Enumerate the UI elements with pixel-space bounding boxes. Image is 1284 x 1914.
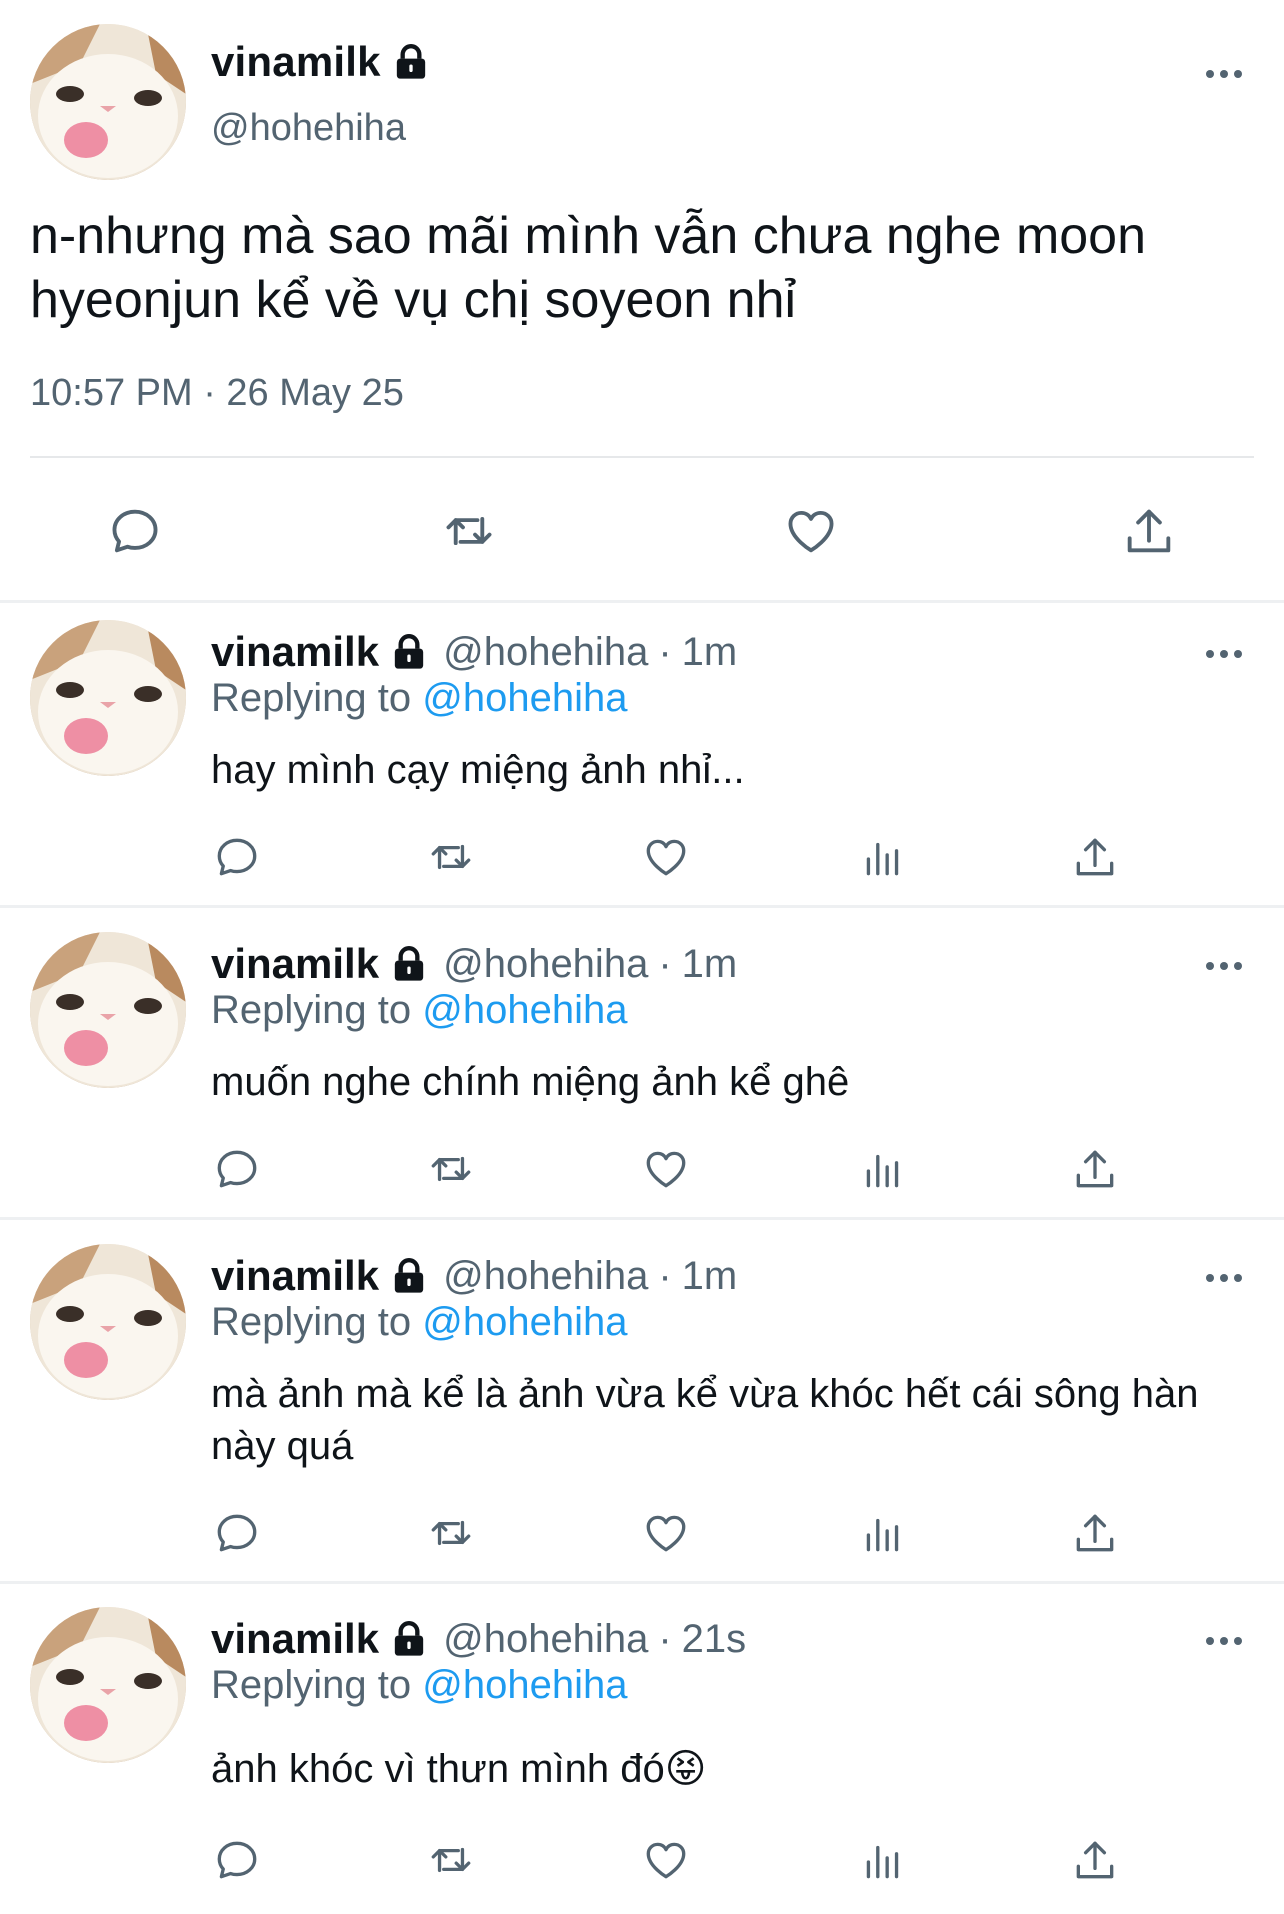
share-icon[interactable]	[1070, 1508, 1120, 1558]
avatar-image	[30, 24, 186, 180]
reply-tweet[interactable]: vinamilk @hohehiha · 1m Replying to @hoh…	[0, 932, 1284, 1217]
reply-tweet[interactable]: vinamilk @hohehiha · 1m Replying to @hoh…	[0, 620, 1284, 905]
divider	[0, 905, 1284, 908]
retweet-icon[interactable]	[440, 502, 498, 560]
avatar[interactable]	[30, 1244, 186, 1400]
avatar[interactable]	[30, 620, 186, 776]
avatar-image	[30, 1244, 186, 1400]
more-options-icon[interactable]	[1202, 1266, 1246, 1290]
replying-to-label: Replying to	[211, 1300, 412, 1344]
reply-icon[interactable]	[212, 832, 262, 882]
mention-link[interactable]: @hohehiha	[422, 676, 627, 720]
avatar[interactable]	[30, 1607, 186, 1763]
divider	[0, 600, 1284, 603]
views-icon[interactable]	[858, 1835, 908, 1885]
replying-to-label: Replying to	[211, 988, 412, 1032]
retweet-icon[interactable]	[426, 1144, 476, 1194]
avatar[interactable]	[30, 24, 186, 180]
divider	[30, 456, 1254, 458]
replying-to: Replying to @hohehiha	[211, 1300, 627, 1345]
share-icon[interactable]	[1070, 832, 1120, 882]
user-handle[interactable]: @hohehiha	[443, 1254, 648, 1299]
reply-icon[interactable]	[212, 1144, 262, 1194]
reply-text: ảnh khóc vì thưn mình đó😝	[211, 1747, 707, 1791]
replying-to: Replying to @hohehiha	[211, 1663, 627, 1708]
lock-icon	[389, 632, 429, 672]
display-name[interactable]: vinamilk	[211, 628, 379, 676]
share-icon[interactable]	[1120, 502, 1178, 560]
separator-dot: ·	[658, 629, 672, 674]
reply-actions	[0, 1835, 1284, 1895]
avatar-image	[30, 932, 186, 1088]
replying-to: Replying to @hohehiha	[211, 988, 627, 1033]
reply-actions	[0, 1508, 1284, 1568]
reply-icon[interactable]	[106, 502, 164, 560]
lock-icon	[391, 42, 431, 82]
mention-link[interactable]: @hohehiha	[422, 1300, 627, 1344]
reply-header: vinamilk @hohehiha · 1m	[211, 940, 737, 988]
replying-to-label: Replying to	[211, 676, 412, 720]
retweet-icon[interactable]	[426, 1508, 476, 1558]
like-icon[interactable]	[641, 1144, 691, 1194]
reply-header: vinamilk @hohehiha · 1m	[211, 1252, 737, 1300]
retweet-icon[interactable]	[426, 1835, 476, 1885]
reply-header: vinamilk @hohehiha · 21s	[211, 1615, 746, 1663]
display-name[interactable]: vinamilk	[211, 940, 379, 988]
display-name[interactable]: vinamilk	[211, 38, 431, 86]
reply-actions	[0, 1144, 1284, 1204]
user-handle[interactable]: @hohehiha	[443, 630, 648, 675]
lock-icon	[389, 1256, 429, 1296]
replying-to: Replying to @hohehiha	[211, 676, 627, 721]
tweet-timestamp[interactable]: 10:57 PM · 26 May 25	[30, 372, 404, 415]
divider	[0, 1581, 1284, 1584]
user-handle[interactable]: @hohehiha	[211, 107, 406, 150]
avatar-image	[30, 1607, 186, 1763]
share-icon[interactable]	[1070, 1144, 1120, 1194]
user-handle[interactable]: @hohehiha	[443, 1617, 648, 1662]
avatar-image	[30, 620, 186, 776]
user-handle[interactable]: @hohehiha	[443, 942, 648, 987]
tweet-text: n-nhưng mà sao mãi mình vẫn chưa nghe mo…	[30, 207, 1147, 329]
display-name[interactable]: vinamilk	[211, 1615, 379, 1663]
more-options-icon[interactable]	[1202, 1629, 1246, 1653]
reply-icon[interactable]	[212, 1508, 262, 1558]
more-options-icon[interactable]	[1202, 62, 1246, 86]
reply-actions	[0, 832, 1284, 892]
reply-time[interactable]: 1m	[682, 630, 738, 675]
like-icon[interactable]	[641, 832, 691, 882]
views-icon[interactable]	[858, 1508, 908, 1558]
reply-time[interactable]: 21s	[682, 1617, 747, 1662]
like-icon[interactable]	[641, 1835, 691, 1885]
reply-time[interactable]: 1m	[682, 1254, 738, 1299]
reply-icon[interactable]	[212, 1835, 262, 1885]
more-options-icon[interactable]	[1202, 642, 1246, 666]
divider	[0, 1217, 1284, 1220]
reply-text: muốn nghe chính miệng ảnh kể ghê	[211, 1060, 850, 1104]
avatar[interactable]	[30, 932, 186, 1088]
reply-tweet[interactable]: vinamilk @hohehiha · 21s Replying to @ho…	[0, 1607, 1284, 1907]
reply-header: vinamilk @hohehiha · 1m	[211, 628, 737, 676]
views-icon[interactable]	[858, 1144, 908, 1194]
views-icon[interactable]	[858, 832, 908, 882]
separator-dot: ·	[658, 1253, 672, 1298]
mention-link[interactable]: @hohehiha	[422, 1663, 627, 1707]
reply-tweet[interactable]: vinamilk @hohehiha · 1m Replying to @hoh…	[0, 1244, 1284, 1584]
like-icon[interactable]	[641, 1508, 691, 1558]
lock-icon	[389, 944, 429, 984]
like-icon[interactable]	[782, 502, 840, 560]
separator-dot: ·	[658, 941, 672, 986]
reply-text: mà ảnh mà kể là ảnh vừa kể vừa khóc hết …	[211, 1372, 1199, 1468]
mention-link[interactable]: @hohehiha	[422, 988, 627, 1032]
share-icon[interactable]	[1070, 1835, 1120, 1885]
retweet-icon[interactable]	[426, 832, 476, 882]
reply-time[interactable]: 1m	[682, 942, 738, 987]
replying-to-label: Replying to	[211, 1663, 412, 1707]
lock-icon	[389, 1619, 429, 1659]
separator-dot: ·	[658, 1616, 672, 1661]
reply-text: hay mình cạy miệng ảnh nhỉ...	[211, 748, 745, 792]
display-name[interactable]: vinamilk	[211, 1252, 379, 1300]
display-name-text: vinamilk	[211, 38, 381, 85]
more-options-icon[interactable]	[1202, 954, 1246, 978]
